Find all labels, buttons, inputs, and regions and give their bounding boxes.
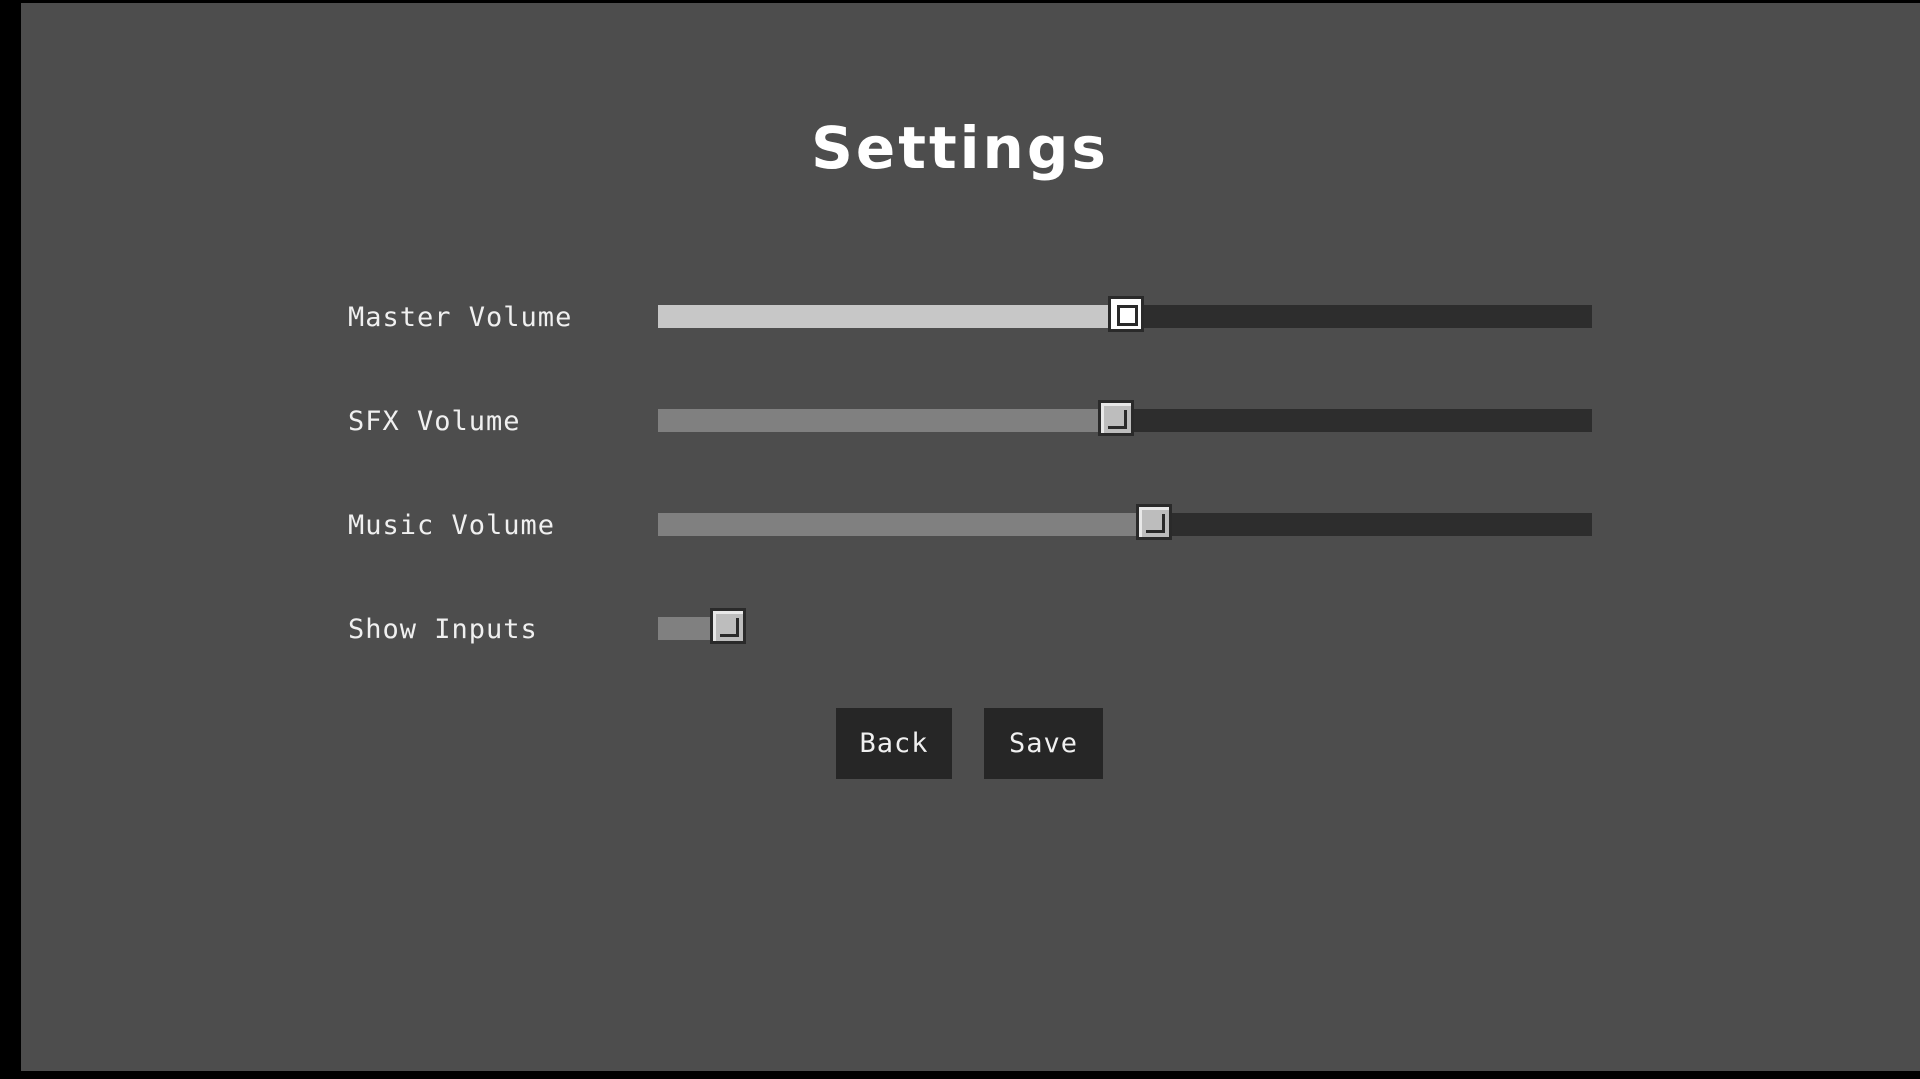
show-inputs-toggle-fill [658, 617, 718, 640]
master-volume-handle[interactable] [1108, 296, 1144, 332]
master-volume-fill [658, 305, 1116, 328]
music-volume-fill [658, 513, 1144, 536]
sfx-volume-handle[interactable] [1098, 400, 1134, 436]
master-volume-slider[interactable] [658, 296, 1592, 332]
show-inputs-toggle-handle[interactable] [710, 608, 746, 644]
sfx-volume-label: SFX Volume [348, 406, 521, 437]
page-title: Settings [811, 114, 1109, 182]
save-button[interactable]: Save [984, 708, 1103, 779]
show-inputs-label: Show Inputs [348, 614, 538, 645]
back-button[interactable]: Back [836, 708, 952, 779]
music-volume-label: Music Volume [348, 510, 556, 541]
master-volume-label: Master Volume [348, 302, 573, 333]
show-inputs-toggle[interactable] [658, 608, 750, 644]
sfx-volume-fill [658, 409, 1106, 432]
music-volume-handle[interactable] [1136, 504, 1172, 540]
sfx-volume-slider[interactable] [658, 400, 1592, 436]
music-volume-slider[interactable] [658, 504, 1592, 540]
